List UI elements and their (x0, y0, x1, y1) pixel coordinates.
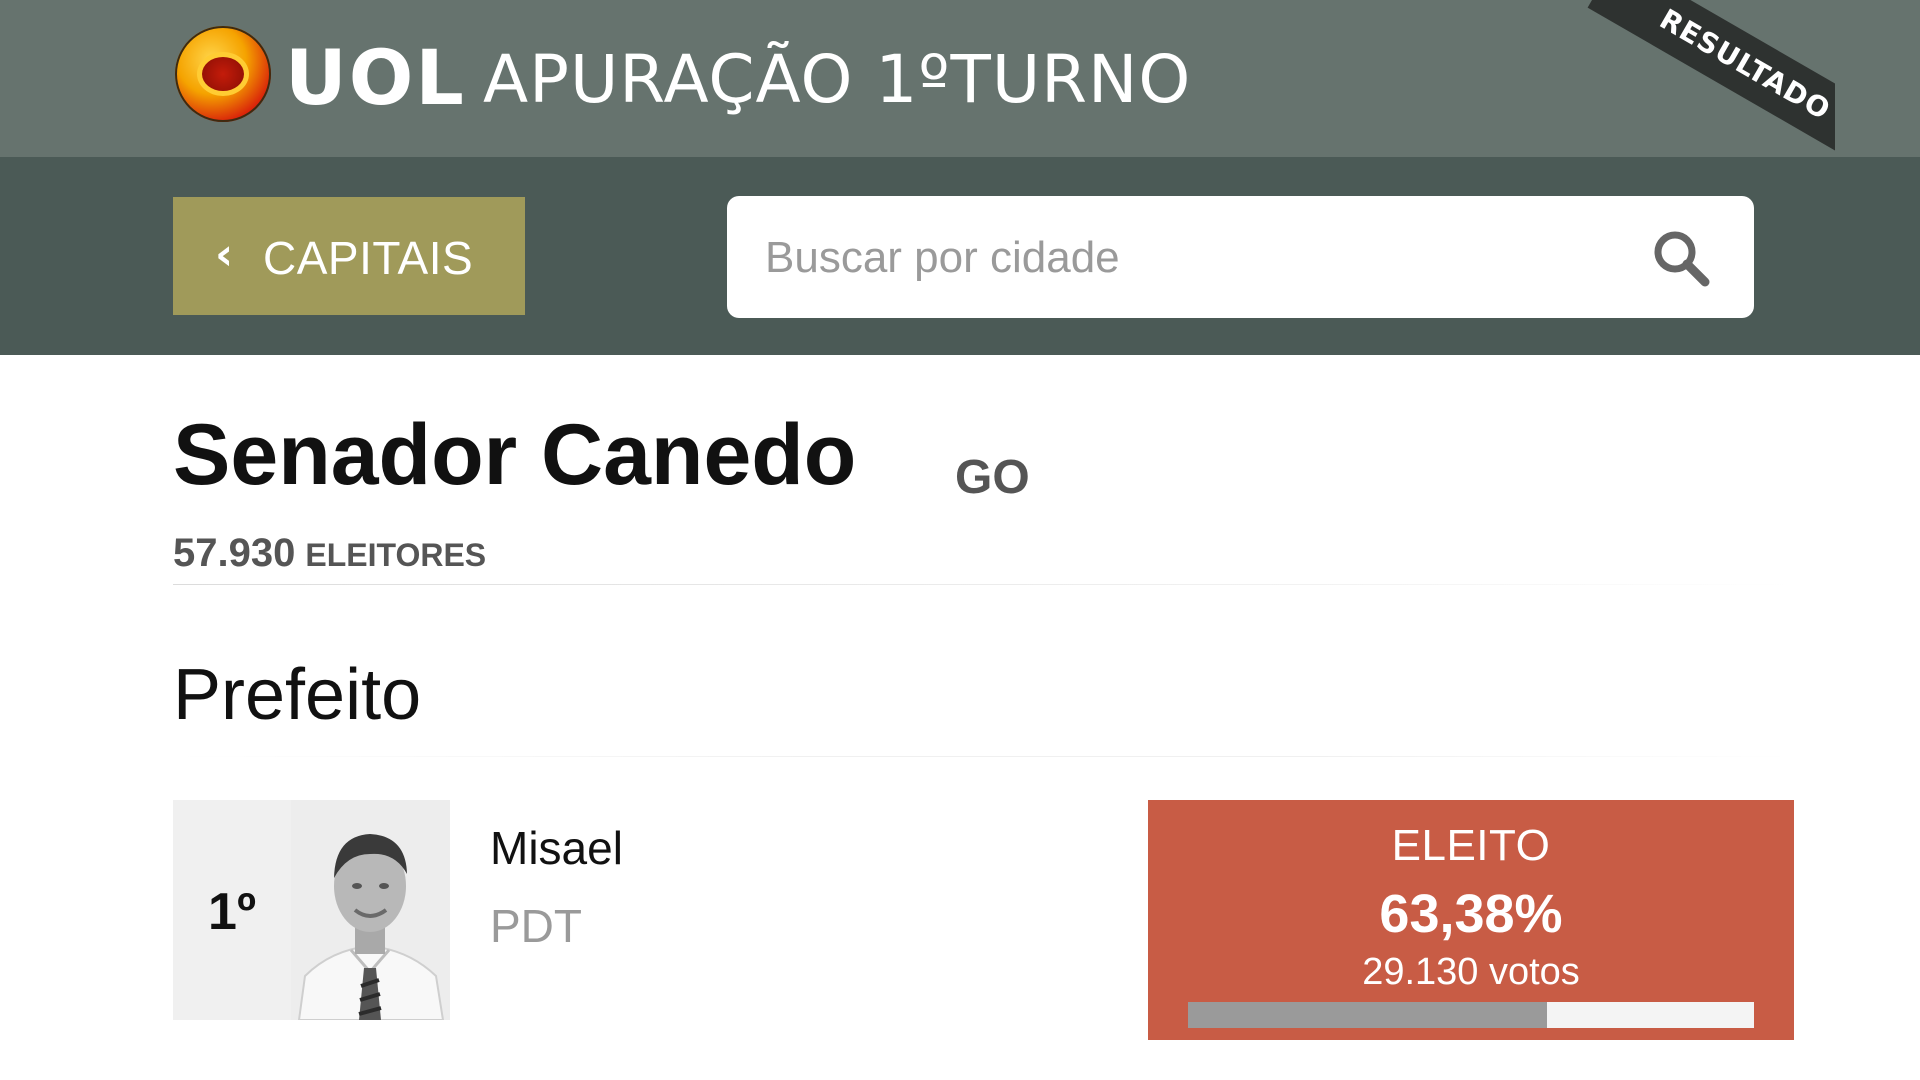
search-input[interactable] (763, 220, 1627, 296)
result-percent: 63,38% (1379, 884, 1563, 944)
back-button-label: CAPITAIS (263, 232, 474, 284)
ribbon-label: RESULTADO (1587, 0, 1835, 157)
result-status: ELEITO (1391, 821, 1551, 870)
voters-label: ELEITORES (305, 537, 487, 573)
candidate-portrait-image (291, 800, 450, 1020)
city-name: Senador Canedo (173, 407, 857, 503)
chevron-left-icon: ‹ (215, 229, 234, 280)
candidate-name: Misael (490, 822, 623, 874)
voters-number: 57.930 (173, 531, 296, 575)
search-box (727, 196, 1754, 318)
result-votes: 29.130 votos (1362, 951, 1580, 993)
vote-progress-fill (1188, 1002, 1547, 1028)
candidate-party: PDT (490, 900, 582, 952)
rank-label: 1º (208, 883, 256, 941)
city-state: GO (955, 451, 1030, 504)
search-icon[interactable] (1649, 226, 1713, 290)
uol-logo-icon[interactable] (175, 26, 271, 122)
vote-progress-bar (1188, 1002, 1754, 1028)
section-title: Prefeito (173, 655, 422, 735)
brand-name[interactable]: UOL (285, 28, 466, 128)
brand-bar: UOL APURAÇÃO 1ºTURNO RESULTADO (0, 0, 1920, 157)
divider (173, 584, 1793, 585)
capitais-back-button[interactable]: ‹ CAPITAIS (173, 197, 525, 315)
candidate-result: ELEITO 63,38% 29.130 votos (1148, 800, 1794, 1040)
page-title: APURAÇÃO 1ºTURNO (483, 41, 1192, 118)
candidate-photo (291, 800, 450, 1020)
candidate-rank: 1º (173, 800, 291, 1020)
result-ribbon: RESULTADO (1540, 0, 1835, 157)
nav-bar: ‹ CAPITAIS (0, 157, 1920, 355)
page: UOL APURAÇÃO 1ºTURNO RESULTADO ‹ CAPITAI… (0, 0, 1920, 1080)
divider (173, 756, 1793, 757)
voters-count: 57.930 ELEITORES (173, 528, 486, 587)
